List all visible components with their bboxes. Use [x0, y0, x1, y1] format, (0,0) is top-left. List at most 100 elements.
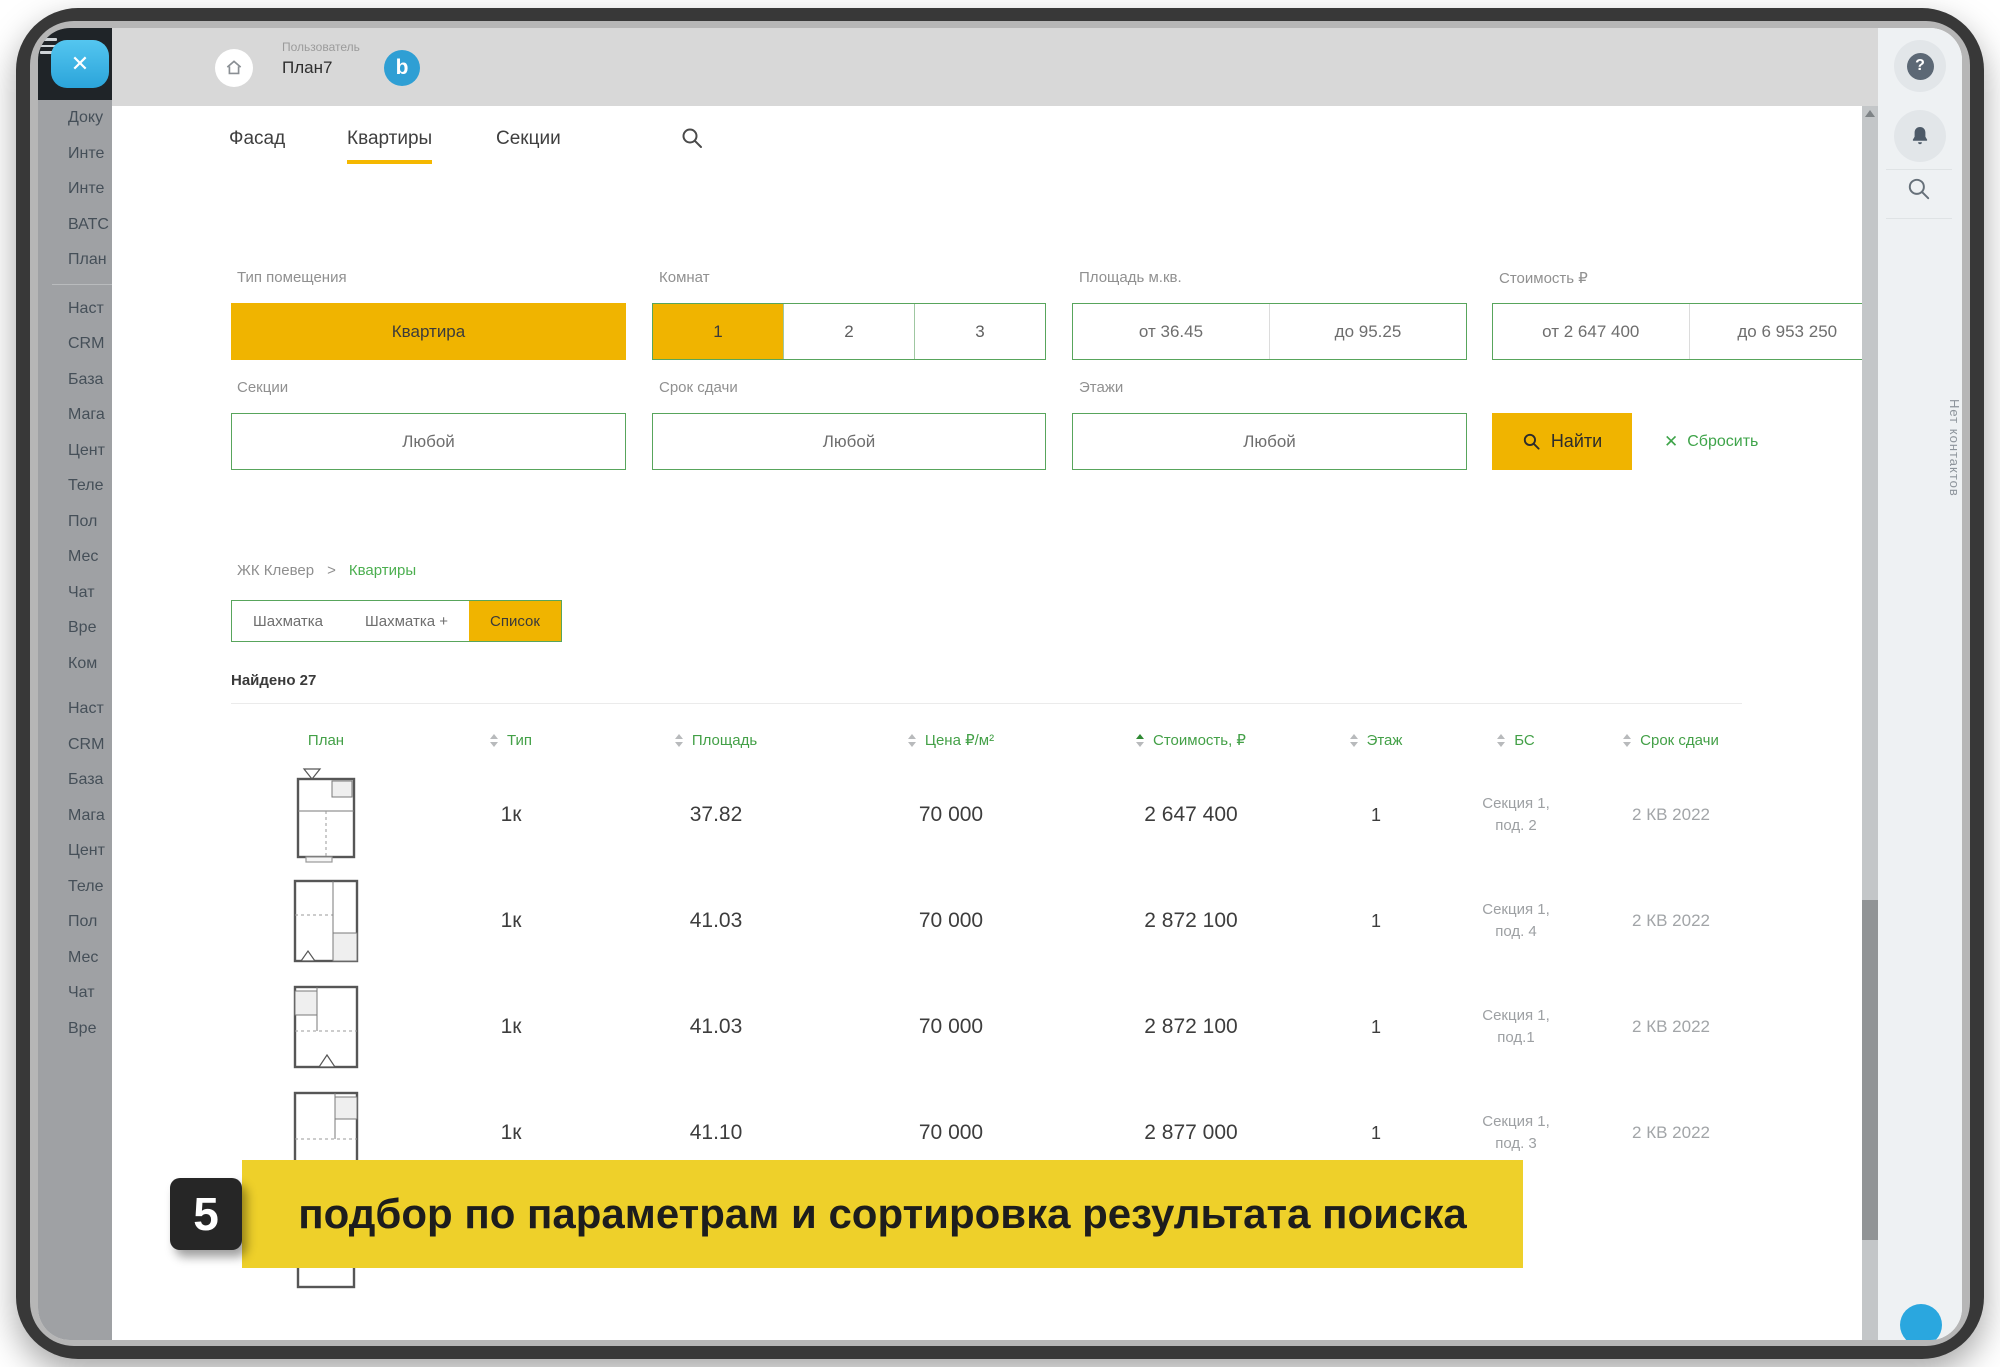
breadcrumb-current[interactable]: Квартиры [349, 562, 416, 579]
sidebar-item[interactable]: CRM [38, 727, 112, 763]
column-header-type[interactable]: Тип [421, 732, 601, 749]
sidebar-item[interactable]: Пол [38, 904, 112, 940]
cell-price-m2: 70 000 [831, 1015, 1071, 1039]
cell-bs: Секция 1,под. 4 [1441, 899, 1591, 943]
column-header-floor[interactable]: Этаж [1311, 732, 1441, 749]
scrollbar-thumb[interactable] [1862, 900, 1878, 1240]
floor-plan-thumbnail[interactable] [231, 981, 421, 1073]
table-row[interactable]: 1к 41.03 70 000 2 872 100 1 Секция 1,под… [231, 868, 1751, 974]
find-button[interactable]: Найти [1492, 413, 1632, 470]
room-type-select[interactable]: Квартира [231, 303, 626, 360]
sort-icon[interactable] [1497, 734, 1505, 747]
sidebar-item[interactable]: Инте [38, 171, 112, 207]
table-row[interactable]: 1к 37.82 70 000 2 647 400 1 Секция 1,под… [231, 762, 1751, 868]
rooms-option-3[interactable]: 3 [914, 304, 1045, 359]
tab-sections[interactable]: Секции [496, 128, 561, 160]
home-button[interactable] [215, 49, 253, 87]
sections-value: Любой [402, 432, 455, 452]
sidebar-item[interactable]: Вре [38, 610, 112, 646]
sidebar-item[interactable]: Цент [38, 433, 112, 469]
view-option-chess-plus[interactable]: Шахматка + [344, 601, 469, 641]
sidebar-item[interactable]: Теле [38, 869, 112, 905]
sidebar-item[interactable]: Наст [38, 691, 112, 727]
reset-button-label: Сбросить [1687, 433, 1758, 451]
sidebar-item[interactable]: Пол [38, 504, 112, 540]
rooms-option-2[interactable]: 2 [783, 304, 914, 359]
breadcrumb-parent[interactable]: ЖК Клевер [237, 562, 314, 579]
cell-area: 41.10 [601, 1121, 831, 1145]
close-sidebar-button[interactable]: ✕ [51, 40, 109, 88]
floors-select[interactable]: Любой [1072, 413, 1467, 470]
sidebar-item[interactable]: План [38, 242, 112, 278]
tab-flats[interactable]: Квартиры [347, 128, 432, 164]
help-icon: ? [1907, 53, 1934, 80]
sidebar-item[interactable]: Мес [38, 539, 112, 575]
column-header-deadline[interactable]: Срок сдачи [1591, 732, 1751, 749]
price-to-input[interactable]: до 6 953 250 [1689, 304, 1886, 359]
cell-area: 41.03 [601, 1015, 831, 1039]
table-row[interactable]: 1к 41.03 70 000 2 872 100 1 Секция 1,под… [231, 974, 1751, 1080]
deadline-select[interactable]: Любой [652, 413, 1046, 470]
price-from-input[interactable]: от 2 647 400 [1493, 304, 1689, 359]
sidebar-item[interactable]: Теле [38, 468, 112, 504]
user-role-label: Пользователь [282, 40, 360, 54]
cell-deadline: 2 КВ 2022 [1591, 1123, 1751, 1143]
view-option-chess[interactable]: Шахматка [232, 601, 344, 641]
area-from-input[interactable]: от 36.45 [1073, 304, 1269, 359]
sidebar-item[interactable]: ВАТС [38, 207, 112, 243]
sidebar-divider [52, 284, 112, 285]
area-range: от 36.45 до 95.25 [1072, 303, 1467, 360]
sort-icon[interactable] [1623, 734, 1631, 747]
sidebar-item[interactable]: База [38, 362, 112, 398]
column-header-plan: План [231, 732, 421, 749]
column-header-area[interactable]: Площадь [601, 732, 831, 749]
sidebar-item[interactable]: Вре [38, 1011, 112, 1047]
cell-deadline: 2 КВ 2022 [1591, 1017, 1751, 1037]
sort-icon-active-asc[interactable] [1136, 734, 1144, 747]
vertical-scrollbar[interactable] [1862, 106, 1878, 1340]
sidebar-item[interactable]: Мага [38, 397, 112, 433]
column-header-price-m2[interactable]: Цена ₽/м² [831, 731, 1071, 749]
notifications-button[interactable] [1894, 110, 1946, 162]
contacts-search-icon[interactable] [1906, 176, 1932, 207]
floor-plan-thumbnail[interactable] [231, 767, 421, 863]
sidebar-item[interactable]: Доку [38, 100, 112, 136]
rooms-segmented-control: 1 2 3 [652, 303, 1046, 360]
sidebar-item[interactable]: Мес [38, 940, 112, 976]
sidebar-item[interactable]: Цент [38, 833, 112, 869]
table-header: План Тип Площадь Цена ₽/м² Стоимость, ₽ … [231, 718, 1751, 762]
sidebar-item[interactable]: Ком [38, 646, 112, 682]
area-to-input[interactable]: до 95.25 [1269, 304, 1466, 359]
search-icon [1522, 432, 1541, 451]
sort-icon[interactable] [490, 734, 498, 747]
cell-price: 2 872 100 [1071, 1015, 1311, 1039]
cell-deadline: 2 КВ 2022 [1591, 911, 1751, 931]
sort-icon[interactable] [908, 734, 916, 747]
scroll-up-arrow-icon[interactable] [1865, 110, 1875, 117]
cell-type: 1к [421, 909, 601, 933]
help-button[interactable]: ? [1894, 40, 1946, 92]
rooms-option-1[interactable]: 1 [653, 304, 783, 359]
tabs-search-icon[interactable] [680, 126, 704, 155]
sidebar-item[interactable]: Наст [38, 291, 112, 327]
sidebar-item[interactable]: Мага [38, 798, 112, 834]
cell-bs: Секция 1,под. 2 [1441, 793, 1591, 837]
sections-select[interactable]: Любой [231, 413, 626, 470]
tab-facade[interactable]: Фасад [229, 128, 285, 160]
sidebar-item[interactable]: Чат [38, 975, 112, 1011]
column-header-bs[interactable]: БС [1441, 732, 1591, 749]
reset-button[interactable]: ✕ Сбросить [1664, 413, 1758, 470]
sidebar-item[interactable]: CRM [38, 326, 112, 362]
sidebar-item[interactable]: Инте [38, 136, 112, 172]
sidebar-item[interactable]: База [38, 762, 112, 798]
column-header-price[interactable]: Стоимость, ₽ [1071, 731, 1311, 749]
floor-plan-thumbnail[interactable] [231, 875, 421, 967]
brand-logo-icon[interactable]: b [384, 50, 420, 86]
sidebar-item[interactable]: Чат [38, 575, 112, 611]
rooms-label: Комнат [659, 269, 710, 286]
chat-fab-button[interactable] [1900, 1304, 1942, 1340]
sort-icon[interactable] [675, 734, 683, 747]
home-icon [224, 58, 244, 78]
view-option-list[interactable]: Список [469, 601, 561, 641]
sort-icon[interactable] [1350, 734, 1358, 747]
